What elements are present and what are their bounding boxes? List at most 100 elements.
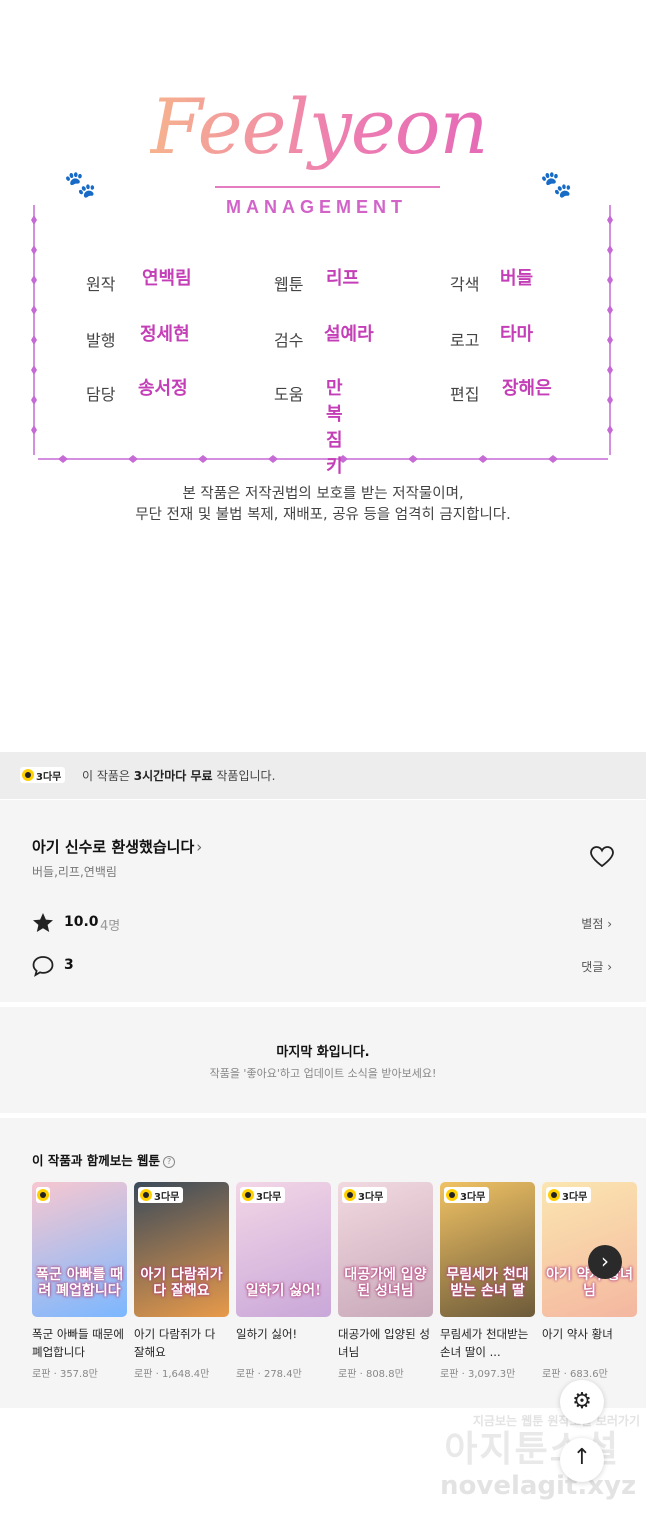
card-genre: 로판 <box>542 1369 561 1380</box>
free-badge: 3다무 <box>240 1187 286 1203</box>
card-meta: 로판 · 357.8만 <box>32 1369 98 1380</box>
last-episode-subtitle: 작품을 '좋아요'하고 업데이트 소식을 받아보세요! <box>209 1067 437 1080</box>
frame-left-border <box>31 205 37 455</box>
credit-name: 설예라 <box>324 324 374 345</box>
free-notice-suffix: 작품입니다. <box>212 769 276 783</box>
free-badge-label: 3다무 <box>460 1191 486 1203</box>
card-genre: 로판 <box>134 1369 153 1380</box>
cover-image: 3다무 아기 다람쥐가 다 잘해요 <box>134 1182 229 1317</box>
cover-title: 아기 약사 황녀님 <box>545 1267 634 1299</box>
cover-image: 3다무 일하기 싫어! <box>236 1182 331 1317</box>
rating-value: 10.0 <box>64 914 99 930</box>
cover-image: 3다무 무림세가 천대받는 손녀 딸 <box>440 1182 535 1317</box>
cover-title: 폭군 아빠를 때려 폐업합니다 <box>35 1267 124 1299</box>
gear-icon: ⚙ <box>572 1389 592 1414</box>
free-badge: 3다무 <box>546 1187 592 1203</box>
settings-button[interactable]: ⚙ <box>560 1380 604 1424</box>
clock-icon <box>22 769 34 781</box>
card-meta: 로판 · 683.6만 <box>542 1369 608 1380</box>
card-title: 아기 다람쥐가 다 잘해요 <box>134 1327 216 1359</box>
recommendations-heading-text: 이 작품과 함께보는 웹툰 <box>32 1153 161 1168</box>
scroll-to-top-button[interactable]: ↑ <box>560 1438 604 1482</box>
card-title: 폭군 아빠들 때문에 폐업합니다 <box>32 1327 124 1359</box>
comment-icon <box>32 956 54 977</box>
credit-name: 리프 <box>326 268 360 289</box>
cover-title: 아기 다람쥐가 다 잘해요 <box>140 1267 223 1299</box>
free-badge: 3다무 <box>342 1187 388 1203</box>
carousel-next-button[interactable]: › <box>588 1245 622 1279</box>
free-badge: 3다무 <box>444 1187 490 1203</box>
card-meta: 로판 · 1,648.4만 <box>134 1369 210 1380</box>
rating-link[interactable]: 별점 › <box>581 915 612 932</box>
card-genre: 로판 <box>236 1369 255 1380</box>
credits-banner: Feelyeon MANAGEMENT 🐾 🐾 원작 연백림 웹툰 리프 각색 … <box>0 0 646 523</box>
recommendations-section: 이 작품과 함께보는 웹툰? 폭군 아빠를 때려 폐업합니다 폭군 아빠들 때문… <box>0 1118 646 1408</box>
card-genre: 로판 <box>32 1369 51 1380</box>
card-title: 아기 약사 황녀 <box>542 1327 613 1341</box>
card-views: 808.8만 <box>365 1369 404 1380</box>
last-episode-notice: 마지막 화입니다. 작품을 '좋아요'하고 업데이트 소식을 받아보세요! <box>0 1007 646 1113</box>
credit-role: 도움 <box>274 385 304 404</box>
series-info-card: 아기 신수로 환생했습니다 › 버들,리프,연백림 10.0 4명 별점 › 3 … <box>0 800 646 1002</box>
rating-count: 4명 <box>100 919 121 934</box>
recommendation-card[interactable]: 폭군 아빠를 때려 폐업합니다 폭군 아빠들 때문에 폐업합니다 로판 · 35… <box>32 1182 127 1380</box>
credit-role: 검수 <box>274 331 304 350</box>
credit-role: 웹툰 <box>274 275 304 294</box>
cover-image: 3다무 대공가에 입양된 성녀님 <box>338 1182 433 1317</box>
help-icon[interactable]: ? <box>163 1156 176 1168</box>
credit-role: 담당 <box>86 385 116 404</box>
clock-icon <box>344 1189 356 1201</box>
credit-name: 만복 짐키 <box>326 378 343 477</box>
recommendation-card[interactable]: 3다무 무림세가 천대받는 손녀 딸 무림세가 천대받는 손녀 딸이 ... 로… <box>440 1182 535 1380</box>
series-title: 아기 신수로 환생했습니다 <box>32 838 195 856</box>
card-meta: 로판 · 278.4만 <box>236 1369 302 1380</box>
card-views: 357.8만 <box>59 1369 98 1380</box>
free-badge-label: 3다무 <box>256 1191 282 1203</box>
credit-role: 원작 <box>86 275 116 294</box>
clock-icon <box>242 1189 254 1201</box>
comment-link[interactable]: 댓글 › <box>581 958 612 975</box>
credit-name: 송서정 <box>138 378 188 399</box>
credit-name: 타마 <box>500 324 534 345</box>
credit-name: 연백림 <box>142 268 192 289</box>
free-badge: 3다무 <box>20 767 66 783</box>
card-views: 3,097.3만 <box>467 1369 516 1380</box>
star-icon <box>33 913 53 932</box>
recommendation-card[interactable]: 3다무 아기 다람쥐가 다 잘해요 아기 다람쥐가 다 잘해요 로판 · 1,6… <box>134 1182 229 1380</box>
recommendations-heading: 이 작품과 함께보는 웹툰? <box>32 1150 176 1169</box>
copyright-notice: 본 작품은 저작권법의 보호를 받는 저작물이며, 무단 전재 및 불법 복제,… <box>0 484 646 526</box>
cover-title: 무림세가 천대받는 손녀 딸 <box>446 1267 529 1299</box>
free-notice-emphasis: 3시간마다 무료 <box>133 769 213 783</box>
logo-underline <box>215 186 440 188</box>
credit-role: 발행 <box>86 331 116 350</box>
card-title: 무림세가 천대받는 손녀 딸이 ... <box>440 1327 529 1359</box>
free-badge: 3다무 <box>138 1187 184 1203</box>
credit-role: 편집 <box>450 385 480 404</box>
credit-name: 버들 <box>500 268 534 289</box>
clock-icon <box>140 1189 152 1201</box>
copyright-line: 본 작품은 저작권법의 보호를 받는 저작물이며, <box>182 486 464 502</box>
last-episode-title: 마지막 화입니다. <box>276 1045 370 1060</box>
paw-icon: 🐾 <box>64 170 97 200</box>
recommendation-card[interactable]: 3다무 아기 약사 황녀님 아기 약사 황녀 로판 · 683.6만 <box>542 1182 637 1380</box>
viewer-page: Feelyeon MANAGEMENT 🐾 🐾 원작 연백림 웹툰 리프 각색 … <box>0 0 646 1523</box>
card-title: 대공가에 입양된 성녀님 <box>338 1327 430 1359</box>
clock-icon <box>548 1189 560 1201</box>
free-badge-label: 3다무 <box>562 1191 588 1203</box>
card-title: 일하기 싫어! <box>236 1327 298 1341</box>
card-views: 1,648.4만 <box>161 1369 210 1380</box>
free-every-3h-banner: 3다무 이 작품은 3시간마다 무료 작품입니다. <box>0 752 646 799</box>
series-title-link[interactable]: 아기 신수로 환생했습니다 › <box>32 836 202 857</box>
card-meta: 로판 · 808.8만 <box>338 1369 404 1380</box>
recommendation-card[interactable]: 3다무 일하기 싫어! 일하기 싫어! 로판 · 278.4만 <box>236 1182 331 1380</box>
recommendation-card[interactable]: 3다무 대공가에 입양된 성녀님 대공가에 입양된 성녀님 로판 · 808.8… <box>338 1182 433 1380</box>
heart-icon[interactable] <box>590 846 614 868</box>
free-badge-label: 3다무 <box>358 1191 384 1203</box>
free-notice: 이 작품은 3시간마다 무료 작품입니다. <box>82 767 275 784</box>
arrow-up-icon: ↑ <box>572 1445 592 1470</box>
frame-right-border <box>607 205 613 455</box>
clock-icon <box>37 1189 49 1201</box>
comment-count: 3 <box>64 957 74 973</box>
free-badge-label: 3다무 <box>36 771 62 783</box>
studio-logo-subtitle: MANAGEMENT <box>226 197 407 217</box>
